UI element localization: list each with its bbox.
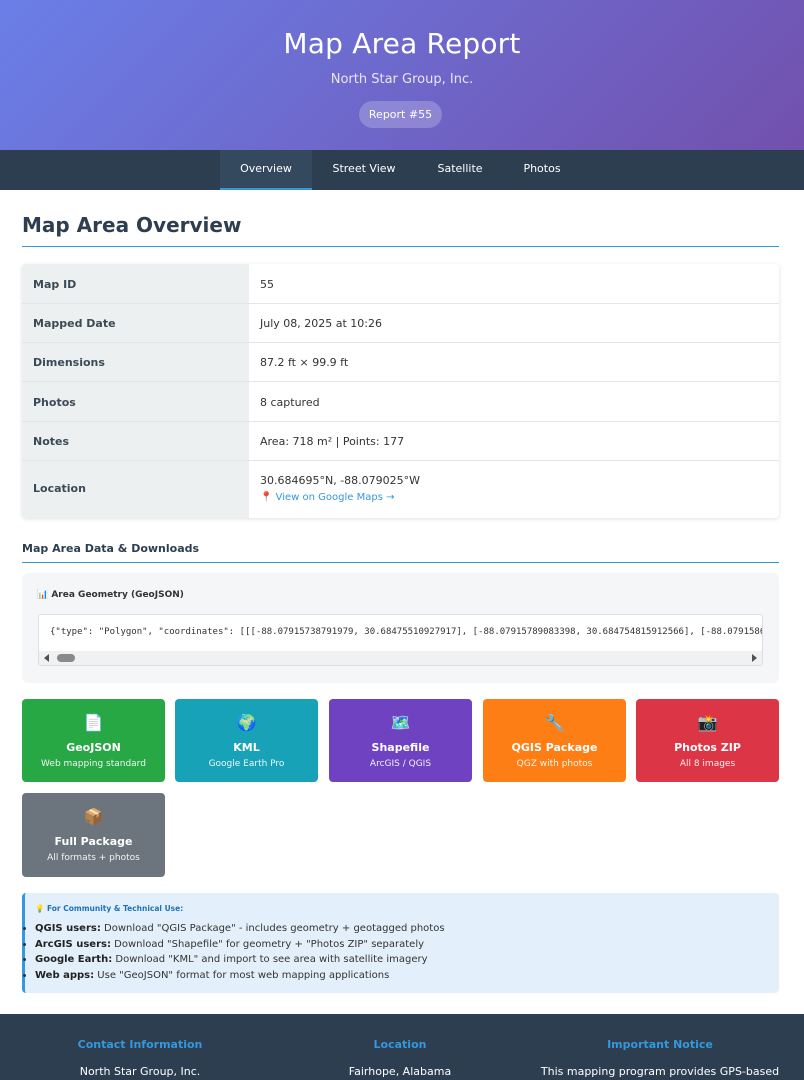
geojson-code: {"type": "Polygon", "coordinates": [[[-8… <box>50 627 763 637</box>
table-row: Notes Area: 718 m² | Points: 177 <box>22 422 779 461</box>
table-row: Photos 8 captured <box>22 382 779 422</box>
row-label: Notes <box>33 435 70 448</box>
downloads-title: Map Area Data & Downloads <box>22 542 200 555</box>
download-desc: Web mapping standard <box>41 759 146 769</box>
footer-notice-text: This mapping program provides GPS-based <box>540 1065 780 1078</box>
download-desc: All 8 images <box>679 759 736 769</box>
tip-label: ArcGIS users: <box>35 938 111 950</box>
tip-item: Google Earth: Download "KML" and import … <box>35 952 445 968</box>
footer: Contact Information North Star Group, In… <box>0 1014 804 1080</box>
google-maps-link[interactable]: 📍 View on Google Maps → <box>260 492 395 503</box>
download-name: Full Package <box>54 835 133 848</box>
tip-item: ArcGIS users: Download "Shapefile" for g… <box>35 937 445 953</box>
coordinates-value: 30.684695°N, -88.079025°W <box>260 474 421 487</box>
download-name: Photos ZIP <box>674 741 741 754</box>
download-name: QGIS Package <box>511 741 598 754</box>
footer-heading-location: Location <box>373 1038 427 1051</box>
globe-icon: 🌍 <box>236 713 257 732</box>
tab-photos[interactable]: Photos <box>506 150 578 190</box>
tab-satellite[interactable]: Satellite <box>418 150 502 190</box>
download-name: GeoJSON <box>66 741 121 754</box>
download-name: KML <box>233 741 260 754</box>
row-value: 55 <box>260 278 274 291</box>
report-badge: Report #55 <box>359 101 442 128</box>
map-icon: 🗺️ <box>390 713 411 732</box>
page-title: Map Area Report <box>283 27 521 60</box>
row-value: 8 captured <box>260 396 320 409</box>
row-label: Dimensions <box>33 356 105 369</box>
full-package-download-button[interactable]: 📦 Full Package All formats + photos <box>22 793 165 877</box>
tip-item: QGIS users: Download "QGIS Package" - in… <box>35 921 445 937</box>
scroll-left-icon[interactable] <box>44 654 49 662</box>
table-row: Map ID 55 <box>22 264 779 304</box>
report-header: Map Area Report North Star Group, Inc. R… <box>0 0 804 150</box>
tip-text: Download "Shapefile" for geometry + "Pho… <box>110 938 425 950</box>
tips-list: QGIS users: Download "QGIS Package" - in… <box>35 921 445 983</box>
download-name: Shapefile <box>371 741 430 754</box>
company-name: North Star Group, Inc. <box>330 72 474 87</box>
row-value: July 08, 2025 at 10:26 <box>260 317 383 330</box>
photos-zip-download-button[interactable]: 📸 Photos ZIP All 8 images <box>636 699 779 782</box>
tip-text: Download "QGIS Package" - includes geome… <box>100 923 445 934</box>
row-value: Area: 718 m² | Points: 177 <box>260 435 405 448</box>
tip-label: Web apps: <box>35 969 95 981</box>
tips-title: 💡 For Community & Technical Use: <box>35 904 184 913</box>
tip-text: Use "GeoJSON" format for most web mappin… <box>94 969 390 981</box>
geometry-panel: 📊 Area Geometry (GeoJSON) {"type": "Poly… <box>22 573 779 683</box>
tip-item: Web apps: Use "GeoJSON" format for most … <box>35 968 445 984</box>
geojson-code-box[interactable]: {"type": "Polygon", "coordinates": [[[-8… <box>38 614 763 666</box>
tab-bar: Overview Street View Satellite Photos <box>0 150 804 190</box>
details-table: Map ID 55 Mapped Date July 08, 2025 at 1… <box>22 264 779 518</box>
section-title: Map Area Overview <box>22 213 242 237</box>
tip-label: QGIS users: <box>35 923 101 934</box>
table-row: Dimensions 87.2 ft × 99.9 ft <box>22 343 779 382</box>
row-label: Map ID <box>33 278 77 291</box>
table-row: Location 30.684695°N, -88.079025°W 📍 Vie… <box>22 461 779 518</box>
shapefile-download-button[interactable]: 🗺️ Shapefile ArcGIS / QGIS <box>329 699 472 782</box>
wrench-icon: 🔧 <box>544 713 565 732</box>
usage-tips: 💡 For Community & Technical Use: QGIS us… <box>22 893 779 993</box>
scroll-right-icon[interactable] <box>752 654 757 662</box>
document-icon: 📄 <box>83 713 104 732</box>
divider <box>22 246 779 247</box>
table-row: Mapped Date July 08, 2025 at 10:26 <box>22 304 779 343</box>
geojson-download-button[interactable]: 📄 GeoJSON Web mapping standard <box>22 699 165 782</box>
kml-download-button[interactable]: 🌍 KML Google Earth Pro <box>175 699 318 782</box>
tip-text: Download "KML" and import to see area wi… <box>112 954 428 965</box>
qgis-package-download-button[interactable]: 🔧 QGIS Package QGZ with photos <box>483 699 626 782</box>
footer-heading-contact: Contact Information <box>77 1038 203 1051</box>
tip-label: Google Earth: <box>35 954 113 965</box>
footer-heading-notice: Important Notice <box>607 1038 713 1051</box>
scroll-thumb[interactable] <box>57 654 75 662</box>
row-label: Mapped Date <box>33 317 116 330</box>
row-label: Location <box>33 482 86 495</box>
row-value: 87.2 ft × 99.9 ft <box>260 356 349 369</box>
tab-overview[interactable]: Overview <box>220 150 312 190</box>
row-label: Photos <box>33 396 76 409</box>
download-desc: Google Earth Pro <box>208 759 285 769</box>
divider <box>22 562 779 563</box>
geometry-title: 📊 Area Geometry (GeoJSON) <box>37 590 184 600</box>
footer-contact-text: North Star Group, Inc. <box>79 1065 201 1078</box>
camera-icon: 📸 <box>697 713 718 732</box>
horizontal-scrollbar[interactable] <box>39 651 762 665</box>
package-icon: 📦 <box>83 807 104 826</box>
tab-street-view[interactable]: Street View <box>318 150 410 190</box>
download-desc: QGZ with photos <box>516 759 593 769</box>
download-desc: ArcGIS / QGIS <box>369 759 432 769</box>
footer-location-text: Fairhope, Alabama <box>348 1065 452 1078</box>
download-desc: All formats + photos <box>47 853 140 863</box>
